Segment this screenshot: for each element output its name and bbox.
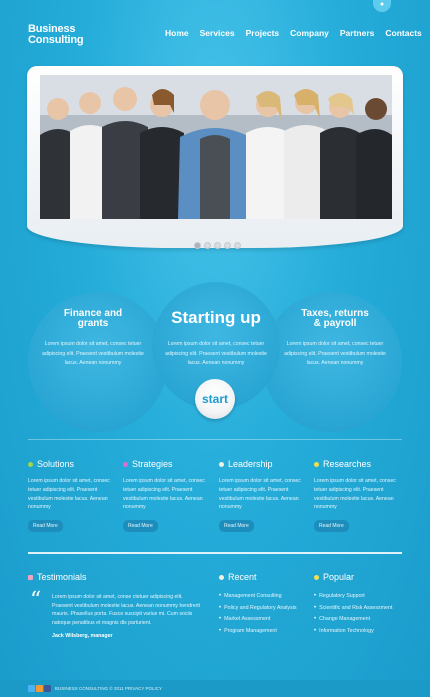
column-researches-title: Researches — [323, 459, 372, 469]
column-solutions-heading: Solutions — [28, 458, 114, 470]
popular-item[interactable]: Information Technology — [314, 625, 392, 637]
testimonials-pin-icon — [28, 574, 33, 580]
slider-dot-2[interactable] — [204, 242, 211, 249]
nav-company[interactable]: Company — [290, 28, 329, 38]
social-links — [28, 685, 51, 692]
column-leadership-heading: Leadership — [219, 458, 305, 470]
facebook-icon[interactable] — [44, 685, 51, 692]
logo-line-2: Consulting — [28, 34, 84, 46]
popular-list: Regulatory Support Scientific and Risk A… — [314, 590, 392, 637]
feature-taxes-text: Lorem ipsum dolor sit amet, consec tetue… — [284, 341, 386, 366]
feature-startup-title: Starting up — [171, 308, 261, 327]
column-solutions: Solutions Lorem ipsum dolor sit amet, co… — [28, 458, 114, 533]
start-button[interactable]: start — [195, 379, 235, 419]
feature-taxes-title-line-2: & payroll — [313, 318, 357, 329]
nav-services[interactable]: Services — [200, 28, 235, 38]
nav-contacts[interactable]: Contacts — [385, 28, 421, 38]
researches-read-more-button[interactable]: Read More — [314, 520, 349, 533]
recent-item[interactable]: Policy and Regulatory Analysis — [219, 602, 296, 614]
recent-item[interactable]: Management Consulting — [219, 590, 297, 602]
column-strategies: Strategies Lorem ipsum dolor sit amet, c… — [123, 458, 209, 533]
popular-item[interactable]: Regulatory Support — [314, 590, 392, 602]
researches-bullet-icon — [314, 461, 319, 467]
column-researches-heading: Researches — [314, 458, 400, 470]
column-solutions-text: Lorem ipsum dolor sit amet, consec tetue… — [28, 478, 110, 511]
column-leadership: Leadership Lorem ipsum dolor sit amet, c… — [219, 458, 305, 533]
twitter-icon[interactable] — [28, 685, 35, 692]
testimonial-text: Lorem ipsum dolor sit amet, conse ctetue… — [52, 594, 200, 627]
logo[interactable]: Business Consulting — [28, 24, 84, 46]
recent-heading: Recent — [219, 572, 257, 582]
divider-2 — [28, 552, 402, 554]
strategies-read-more-button[interactable]: Read More — [123, 520, 158, 533]
slider-dot-4[interactable] — [224, 242, 231, 249]
column-strategies-heading: Strategies — [123, 458, 209, 470]
column-researches: Researches Lorem ipsum dolor sit amet, c… — [314, 458, 400, 533]
recent-list: Management Consulting Policy and Regulat… — [219, 590, 297, 637]
solutions-read-more-button[interactable]: Read More — [28, 520, 63, 533]
column-researches-text: Lorem ipsum dolor sit amet, consec tetue… — [314, 478, 396, 511]
column-leadership-text: Lorem ipsum dolor sit amet, consec tetue… — [219, 478, 301, 511]
slider-dot-1[interactable] — [194, 242, 201, 249]
recent-item[interactable]: Program Management — [219, 625, 297, 637]
solutions-bullet-icon — [28, 461, 33, 467]
leadership-bullet-icon — [219, 461, 224, 467]
divider-1 — [28, 439, 402, 440]
leadership-read-more-button[interactable]: Read More — [219, 520, 254, 533]
recent-title: Recent — [228, 572, 257, 582]
popular-heading: Popular — [314, 572, 354, 582]
column-strategies-title: Strategies — [132, 459, 173, 469]
column-leadership-title: Leadership — [228, 459, 273, 469]
nav-projects[interactable]: Projects — [246, 28, 280, 38]
recent-item[interactable]: Market Assessment — [219, 613, 297, 625]
main-nav: Home Services Projects Company Partners … — [165, 28, 422, 38]
popular-item[interactable]: Scientific and Risk Assessment — [314, 602, 392, 614]
slider-dot-3[interactable] — [214, 242, 221, 249]
strategies-bullet-icon — [123, 461, 128, 467]
nav-home[interactable]: Home — [165, 28, 189, 38]
footer-copyright: BUSINESS CONSULTING © 2011 PRIVACY POLIC… — [55, 686, 163, 691]
hero-image — [40, 75, 392, 219]
popular-title: Popular — [323, 572, 355, 582]
testimonials-heading: Testimonials — [28, 572, 87, 582]
recent-bullet-icon — [219, 574, 224, 580]
nav-partners[interactable]: Partners — [340, 28, 375, 38]
rss-icon[interactable] — [36, 685, 43, 692]
feature-startup-text: Lorem ipsum dolor sit amet, consec tetue… — [165, 341, 267, 366]
testimonials-title: Testimonials — [37, 572, 87, 582]
slider-pagination — [194, 242, 241, 249]
feature-finance-text: Lorem ipsum dolor sit amet, consec tetue… — [42, 341, 144, 366]
feature-finance-title: Finance and grants — [40, 309, 146, 329]
quote-mark-icon: “ — [30, 588, 42, 613]
popular-item[interactable]: Change Management — [314, 613, 392, 625]
column-strategies-text: Lorem ipsum dolor sit amet, consec tetue… — [123, 478, 205, 511]
feature-taxes-title: Taxes, returns & payroll — [282, 309, 388, 329]
business-team-photo — [40, 75, 392, 219]
slider-dot-5[interactable] — [234, 242, 241, 249]
popular-bullet-icon — [314, 574, 319, 580]
feature-finance-title-line-2: grants — [77, 318, 109, 329]
top-toggle-tab[interactable]: ● — [373, 0, 391, 12]
testimonial-author: Jack Wilsberg, manager — [52, 633, 113, 639]
column-solutions-title: Solutions — [37, 459, 75, 469]
